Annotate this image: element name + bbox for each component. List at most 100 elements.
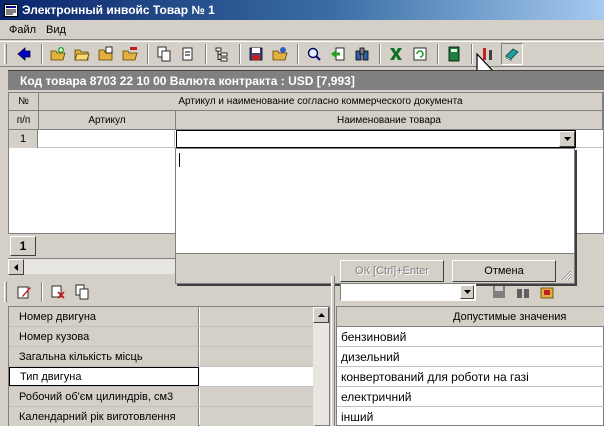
ok-button[interactable]: ОК [Ctrl]+Enter bbox=[340, 260, 444, 282]
values-find-button[interactable] bbox=[512, 281, 534, 303]
import-button[interactable] bbox=[327, 43, 349, 65]
folder-copy-button[interactable] bbox=[95, 43, 117, 65]
folder-open-button[interactable] bbox=[71, 43, 93, 65]
folder-remove-icon bbox=[122, 47, 138, 61]
values-flag-button[interactable] bbox=[536, 281, 558, 303]
list-item[interactable]: електричний bbox=[337, 387, 604, 407]
property-name: Календарний рік виготовлення bbox=[9, 407, 199, 426]
chevron-left-icon bbox=[14, 263, 18, 271]
toolbar-separator bbox=[41, 44, 43, 64]
column-header-article[interactable]: Артикул bbox=[39, 111, 176, 130]
list-item[interactable]: інший bbox=[337, 407, 604, 426]
row-number: 1 bbox=[9, 130, 38, 148]
calculator-button[interactable] bbox=[443, 43, 465, 65]
excel-button[interactable] bbox=[385, 43, 407, 65]
search-button[interactable] bbox=[303, 43, 325, 65]
toolbar-separator bbox=[205, 44, 207, 64]
menu-bar: Файл Вид bbox=[0, 20, 604, 40]
property-name: Робочий об'єм цилиндрів, см3 bbox=[9, 387, 199, 406]
toolbar-separator bbox=[471, 44, 473, 64]
property-value[interactable] bbox=[200, 327, 315, 346]
values-filter-dropdown-button[interactable] bbox=[460, 285, 474, 299]
values-save-button[interactable] bbox=[488, 281, 510, 303]
delete-icon bbox=[51, 285, 65, 299]
list-item[interactable]: конвертований для роботи на газі bbox=[337, 367, 604, 387]
property-row-selected[interactable]: Тип двигуна bbox=[9, 367, 315, 387]
product-name-textarea[interactable] bbox=[176, 149, 574, 253]
copy-icon bbox=[75, 284, 89, 300]
menu-view[interactable]: Вид bbox=[41, 24, 71, 36]
property-value[interactable] bbox=[200, 407, 315, 426]
binoculars-button[interactable] bbox=[351, 43, 373, 65]
values-filter-combo[interactable] bbox=[340, 283, 476, 301]
popup-button-bar: ОК [Ctrl]+Enter Отмена bbox=[176, 253, 574, 283]
cancel-button[interactable]: Отмена bbox=[452, 260, 556, 282]
folder-remove-button[interactable] bbox=[119, 43, 141, 65]
panel-splitter[interactable] bbox=[331, 276, 335, 426]
property-row[interactable]: Календарний рік виготовлення bbox=[9, 407, 315, 426]
property-row[interactable]: Загальна кількість місць bbox=[9, 347, 315, 367]
toolbar-separator bbox=[379, 44, 381, 64]
book-button[interactable] bbox=[501, 43, 523, 65]
property-value[interactable] bbox=[200, 347, 315, 366]
export-button[interactable] bbox=[269, 43, 291, 65]
binoculars-icon bbox=[355, 47, 369, 61]
product-name-cell[interactable] bbox=[176, 130, 576, 148]
back-button[interactable] bbox=[13, 43, 35, 65]
scroll-up-button[interactable] bbox=[313, 307, 329, 323]
grid-horizontal-scrollbar[interactable] bbox=[8, 258, 176, 275]
tree-button[interactable] bbox=[211, 43, 233, 65]
chevron-down-icon bbox=[463, 290, 471, 294]
menu-file[interactable]: Файл bbox=[4, 24, 41, 36]
copy-props-button[interactable] bbox=[71, 281, 93, 303]
list-item[interactable]: бензиновий bbox=[337, 327, 604, 347]
toolbar-grip[interactable] bbox=[4, 282, 7, 302]
list-item[interactable]: дизельний bbox=[337, 347, 604, 367]
property-value[interactable] bbox=[200, 367, 315, 386]
chevron-down-icon bbox=[563, 137, 571, 141]
folder-copy-icon bbox=[98, 46, 113, 61]
property-row[interactable]: Робочий об'єм цилиндрів, см3 bbox=[9, 387, 315, 407]
page-tab-1[interactable]: 1 bbox=[10, 236, 36, 256]
values-toolbar bbox=[336, 280, 604, 304]
folder-open-icon bbox=[74, 49, 90, 61]
article-cell[interactable] bbox=[39, 130, 175, 148]
folder-add-icon bbox=[50, 47, 66, 61]
toolbar-separator bbox=[297, 44, 299, 64]
disk-icon bbox=[493, 286, 505, 298]
column-group-header: Артикул и наименование согласно коммерче… bbox=[39, 93, 603, 111]
column-header-number-sub: п/п bbox=[9, 111, 39, 130]
excel-icon bbox=[390, 48, 402, 60]
copy-icon bbox=[157, 46, 171, 62]
delete-button[interactable] bbox=[47, 281, 69, 303]
copy-button[interactable] bbox=[153, 43, 175, 65]
property-name: Загальна кількість місць bbox=[9, 347, 199, 366]
properties-vertical-scrollbar[interactable] bbox=[313, 307, 329, 425]
column-header-name[interactable]: Наименование товара bbox=[176, 111, 603, 130]
property-name: Тип двигуна bbox=[9, 367, 199, 386]
table-row[interactable]: 1 bbox=[9, 130, 603, 148]
save-button[interactable] bbox=[245, 43, 267, 65]
book-icon bbox=[505, 48, 519, 62]
calculator-icon bbox=[448, 46, 460, 62]
paste-button[interactable] bbox=[177, 43, 199, 65]
scroll-left-button[interactable] bbox=[8, 259, 24, 275]
refresh-button[interactable] bbox=[409, 43, 431, 65]
properties-toolbar bbox=[0, 280, 332, 304]
folder-add-button[interactable] bbox=[47, 43, 69, 65]
property-value[interactable] bbox=[200, 307, 315, 326]
property-value[interactable] bbox=[200, 387, 315, 406]
property-row[interactable]: Номер двигуна bbox=[9, 307, 315, 327]
column-header-number: № bbox=[9, 93, 39, 111]
properties-table: Номер двигуна Номер кузова Загальна кіль… bbox=[8, 306, 330, 426]
property-row[interactable]: Номер кузова bbox=[9, 327, 315, 347]
window-titlebar: Электронный инвойс Товар № 1 bbox=[0, 0, 604, 20]
product-name-dropdown-button[interactable] bbox=[559, 131, 575, 147]
chevron-up-icon bbox=[317, 313, 325, 317]
folder-star-icon bbox=[540, 287, 554, 299]
tree-icon bbox=[215, 47, 228, 62]
toolbar-separator bbox=[437, 44, 439, 64]
edit-button[interactable] bbox=[13, 281, 35, 303]
toolbar-grip[interactable] bbox=[4, 44, 7, 64]
search-icon bbox=[307, 47, 321, 61]
